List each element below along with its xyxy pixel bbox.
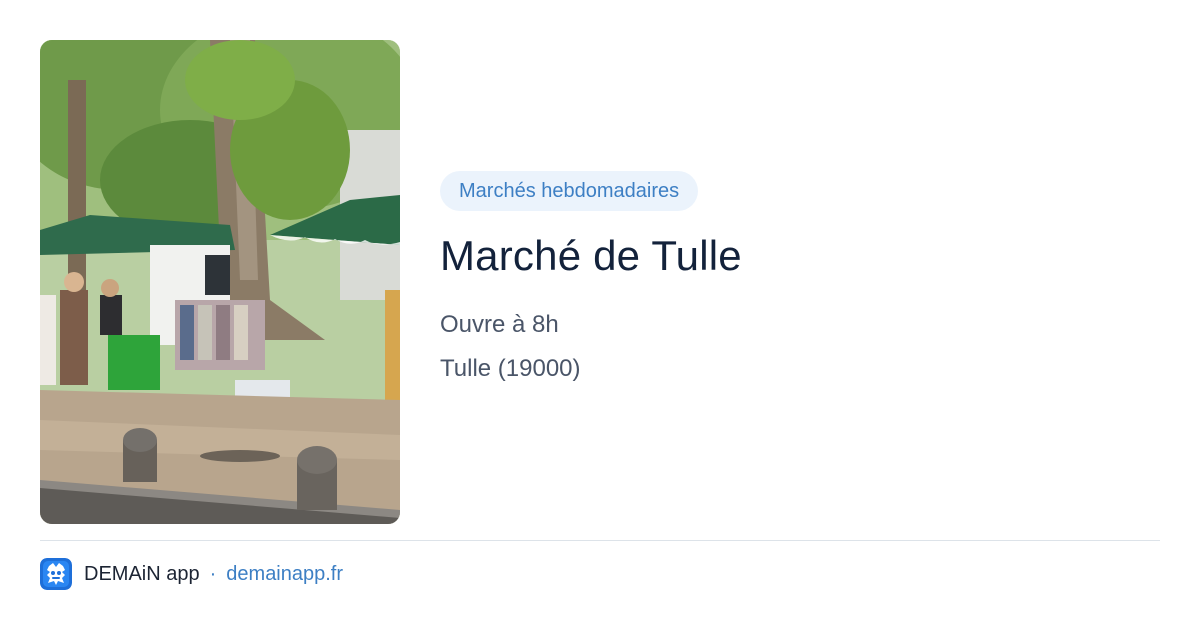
footer: DEMAiN app · demainapp.fr <box>40 558 343 590</box>
share-card: Marchés hebdomadaires Marché de Tulle Ou… <box>0 0 1200 630</box>
app-name: DEMAiN app <box>84 562 200 585</box>
footer-separator: · <box>209 562 217 585</box>
event-location: Tulle (19000) <box>440 355 581 382</box>
demain-app-logo-icon <box>40 558 72 590</box>
domain-link[interactable]: demainapp.fr <box>226 563 343 586</box>
market-photo <box>40 40 400 524</box>
event-info: Marchés hebdomadaires Marché de Tulle Ou… <box>440 171 1160 384</box>
event-title: Marché de Tulle <box>440 232 742 279</box>
footer-divider <box>40 540 1160 541</box>
opening-time: Ouvre à 8h <box>440 311 559 338</box>
category-badge: Marchés hebdomadaires <box>440 171 699 211</box>
